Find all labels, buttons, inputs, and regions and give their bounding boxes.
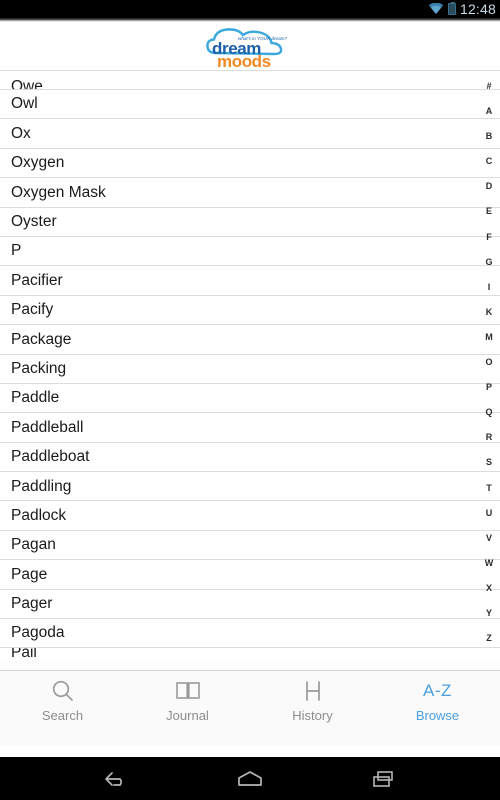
dictionary-word-label: Owe [11, 77, 43, 90]
tab-history[interactable]: History [250, 671, 375, 745]
az-index-letter[interactable]: Y [478, 601, 500, 626]
android-nav-bar [0, 757, 500, 800]
dictionary-word-label: Package [11, 330, 72, 348]
nav-home-button[interactable] [226, 761, 274, 797]
dictionary-list-item[interactable]: Pacify [0, 295, 500, 326]
dictionary-list-item[interactable]: Package [0, 325, 500, 355]
az-index-letter[interactable]: Z [478, 626, 500, 651]
az-index-letter[interactable]: X [478, 576, 500, 601]
dictionary-list-item[interactable]: Paddleboat [0, 442, 500, 473]
az-index-letter[interactable]: # [478, 74, 500, 99]
az-index-letter[interactable]: W [478, 551, 500, 576]
dictionary-list: Owe Owl Ox Oxygen Oxygen Mask Oyster P Pacifier… [0, 70, 500, 662]
tab-label: Browse [415, 708, 460, 723]
webview-content: what's in YOUR dream? dream moods # A B C D E… [0, 22, 500, 670]
dictionary-list-item[interactable]: Pacifier [0, 266, 500, 296]
book-icon [175, 678, 201, 704]
tab-label: Search [41, 708, 84, 723]
tab-browse[interactable]: A-Z Browse [375, 671, 500, 745]
dictionary-list-item[interactable]: P [0, 236, 500, 267]
az-index-scrubber[interactable]: # A B C D E F G I K M O P Q R S T U V W X Y Z [478, 74, 500, 651]
recents-icon [373, 770, 393, 787]
tab-journal[interactable]: Journal [125, 671, 250, 745]
dictionary-word-label: Paddle [11, 389, 60, 407]
dictionary-word-label: Packing [11, 359, 67, 377]
az-index-letter[interactable]: K [478, 300, 500, 325]
dictionary-list-item[interactable]: Ox [0, 119, 500, 149]
history-icon [300, 678, 326, 704]
az-index-letter[interactable]: A [478, 99, 500, 124]
back-icon [105, 771, 122, 786]
dictionary-word-label: Padlock [11, 506, 67, 524]
dictionary-word-label: Owl [11, 95, 38, 113]
dictionary-list-item[interactable]: Paddling [0, 472, 500, 502]
az-icon-text: A-Z [423, 681, 452, 700]
dictionary-word-label: Page [11, 565, 48, 583]
az-icon: A-Z [423, 678, 452, 704]
dictionary-list-item[interactable]: Packing [0, 354, 500, 384]
bottom-tab-bar: Search Journal History A-Z Browse [0, 670, 500, 745]
dictionary-list-item[interactable]: Oxygen [0, 148, 500, 179]
az-index-letter[interactable]: R [478, 425, 500, 450]
nav-back-button[interactable] [92, 761, 140, 797]
dictionary-word-label: Paddleboat [11, 448, 90, 466]
az-index-letter[interactable]: C [478, 149, 500, 174]
dictionary-list-item[interactable]: Page [0, 560, 500, 590]
az-index-letter[interactable]: F [478, 225, 500, 250]
az-index-letter[interactable]: G [478, 250, 500, 275]
dictionary-list-item[interactable]: Oyster [0, 207, 500, 237]
dictionary-list-item[interactable]: Pagan [0, 530, 500, 561]
logo-moods-text: moods [217, 52, 271, 69]
tab-label: Journal [166, 708, 209, 723]
dictionary-word-label: Ox [11, 124, 31, 142]
dictionary-word-label: Pacify [11, 301, 54, 319]
site-logo-header: what's in YOUR dream? dream moods [0, 22, 500, 71]
status-icon-group: 12:48 [428, 1, 496, 17]
dictionary-list-item[interactable]: Pager [0, 589, 500, 620]
dictionary-list-item[interactable]: Pagoda [0, 619, 500, 649]
home-icon [238, 770, 262, 786]
search-icon [50, 678, 76, 704]
az-index-letter[interactable]: E [478, 199, 500, 224]
battery-icon [447, 2, 456, 15]
dictionary-word-label: Pager [11, 595, 53, 613]
android-status-bar: 12:48 [0, 0, 500, 18]
az-index-letter[interactable]: U [478, 501, 500, 526]
dictionary-list-item[interactable]: Owe [0, 70, 500, 90]
wifi-icon [428, 3, 444, 14]
dictionary-word-label: Pagan [11, 536, 56, 554]
dictionary-list-item[interactable]: Pail [0, 648, 500, 662]
logo-artwork: what's in YOUR dream? dream moods [206, 28, 287, 71]
az-index-letter[interactable]: B [478, 124, 500, 149]
dictionary-list-item[interactable]: Padlock [0, 501, 500, 531]
dictionary-list-item[interactable]: Paddleball [0, 413, 500, 443]
az-index-letter[interactable]: M [478, 325, 500, 350]
nav-recents-button[interactable] [360, 761, 408, 797]
dictionary-word-label: Oxygen Mask [11, 183, 106, 201]
dictionary-word-label: Oxygen [11, 154, 65, 172]
az-index-letter[interactable]: O [478, 350, 500, 375]
dictionary-word-label: Paddling [11, 477, 72, 495]
dictionary-list-item[interactable]: Oxygen Mask [0, 178, 500, 208]
az-index-letter[interactable]: Q [478, 400, 500, 425]
dictionary-word-label: P [11, 242, 22, 260]
dictionary-word-label: Pacifier [11, 271, 63, 289]
az-index-letter[interactable]: D [478, 174, 500, 199]
dictionary-word-label: Oyster [11, 213, 57, 230]
app-screen: 12:48 what's in YOUR dream? dream moods [0, 0, 500, 800]
az-index-letter[interactable]: S [478, 450, 500, 475]
dictionary-word-label: Pagoda [11, 624, 65, 642]
tab-label: History [292, 708, 333, 723]
az-index-letter[interactable]: V [478, 526, 500, 551]
dictionary-list-item[interactable]: Owl [0, 90, 500, 120]
dictionary-word-label: Paddleball [11, 418, 84, 436]
az-index-letter[interactable]: T [478, 476, 500, 501]
az-index-letter[interactable]: I [478, 275, 500, 300]
tab-search[interactable]: Search [0, 671, 125, 745]
dream-moods-logo[interactable]: what's in YOUR dream? dream moods [198, 23, 302, 71]
dictionary-word-label: Pail [11, 648, 37, 662]
az-index-letter[interactable]: P [478, 375, 500, 400]
dictionary-list-item[interactable]: Paddle [0, 383, 500, 414]
status-bar-clock: 12:48 [459, 1, 496, 17]
